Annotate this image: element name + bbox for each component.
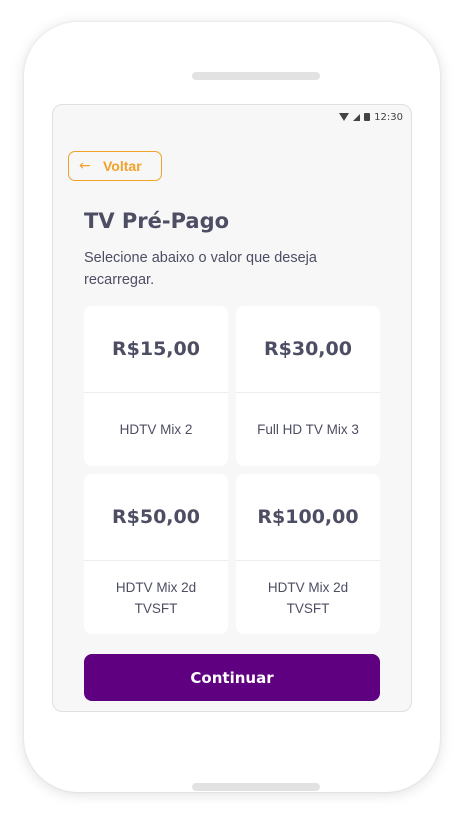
option-plan: HDTV Mix 2d TVSFT [115, 579, 197, 616]
continue-button[interactable]: Continuar [84, 654, 380, 701]
wifi-icon [339, 113, 350, 121]
status-bar: 12:30 [339, 109, 403, 125]
recharge-option-card[interactable]: R$15,00 HDTV Mix 2 [84, 306, 228, 466]
recharge-option-card[interactable]: R$100,00 HDTV Mix 2d TVSFT [236, 474, 380, 634]
back-button[interactable]: ← Voltar [68, 151, 162, 181]
recharge-options-grid: R$15,00 HDTV Mix 2 R$30,00 Full HD TV Mi… [84, 306, 380, 634]
status-time: 12:30 [374, 111, 403, 123]
battery-icon [364, 113, 371, 121]
recharge-option-card[interactable]: R$50,00 HDTV Mix 2d TVSFT [84, 474, 228, 634]
phone-home-bar [192, 783, 320, 791]
option-price: R$15,00 [84, 306, 228, 393]
back-button-label: Voltar [103, 158, 142, 174]
option-plan: HDTV Mix 2d TVSFT [267, 579, 349, 616]
option-plan: Full HD TV Mix 3 [257, 422, 359, 437]
page-title: TV Pré-Pago [84, 209, 230, 233]
option-price: R$50,00 [84, 474, 228, 561]
recharge-option-card[interactable]: R$30,00 Full HD TV Mix 3 [236, 306, 380, 466]
app-screen: 12:30 ← Voltar TV Pré-Pago Selecione aba… [52, 104, 412, 712]
signal-icon [353, 113, 361, 121]
option-price: R$100,00 [236, 474, 380, 561]
page-subtitle: Selecione abaixo o valor que deseja reca… [84, 250, 317, 288]
option-plan: HDTV Mix 2 [119, 422, 193, 437]
option-price: R$30,00 [236, 306, 380, 393]
arrow-left-icon: ← [79, 158, 91, 174]
phone-speaker [192, 72, 320, 80]
